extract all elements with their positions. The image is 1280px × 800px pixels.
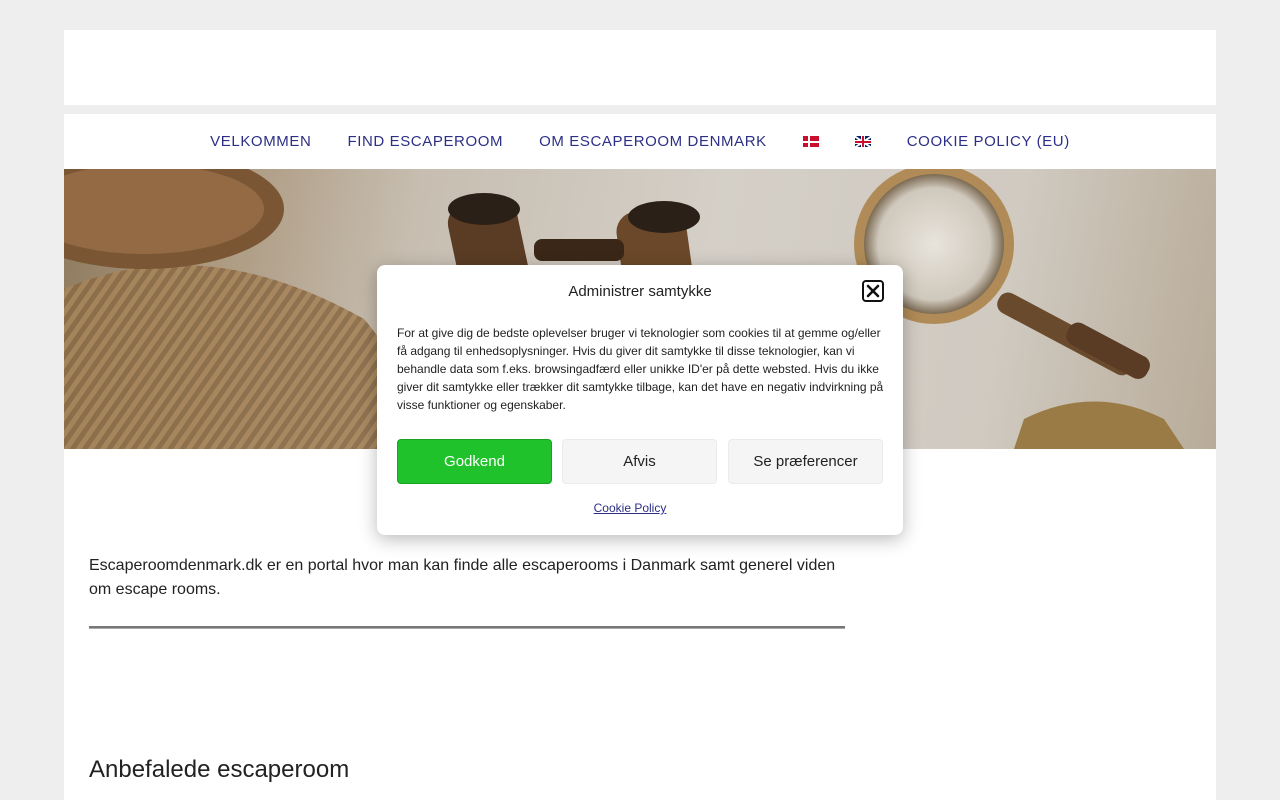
preferences-button[interactable]: Se præferencer — [728, 439, 883, 484]
british-flag-icon[interactable] — [854, 136, 871, 147]
intro-paragraph: Escaperoomdenmark.dk er en portal hvor m… — [89, 557, 836, 598]
deny-button[interactable]: Afvis — [562, 439, 717, 484]
accept-button[interactable]: Godkend — [397, 439, 552, 484]
site-header — [64, 30, 1216, 105]
main-navigation: VELKOMMEN FIND ESCAPEROOM OM ESCAPEROOM … — [64, 114, 1216, 169]
cookie-consent-modal: Administrer samtykke For at give dig de … — [377, 265, 903, 535]
danish-flag-icon[interactable] — [802, 136, 819, 147]
close-x-glyph — [866, 284, 880, 298]
modal-title: Administrer samtykke — [568, 283, 712, 300]
nav-item-cookie-policy[interactable]: COOKIE POLICY (EU) — [907, 133, 1070, 150]
nav-item-velkommen[interactable]: VELKOMMEN — [210, 133, 311, 150]
close-icon[interactable] — [862, 280, 884, 302]
nav-item-om-escaperoom-denmark[interactable]: OM ESCAPEROOM DENMARK — [539, 133, 767, 150]
consent-description: For at give dig de bedste oplevelser bru… — [397, 326, 884, 412]
cookie-policy-link[interactable]: Cookie Policy — [377, 501, 883, 515]
content-divider — [89, 626, 845, 629]
section-heading-recommended: Anbefalede escaperoom — [89, 756, 350, 783]
nav-item-find-escaperoom[interactable]: FIND ESCAPEROOM — [347, 133, 503, 150]
